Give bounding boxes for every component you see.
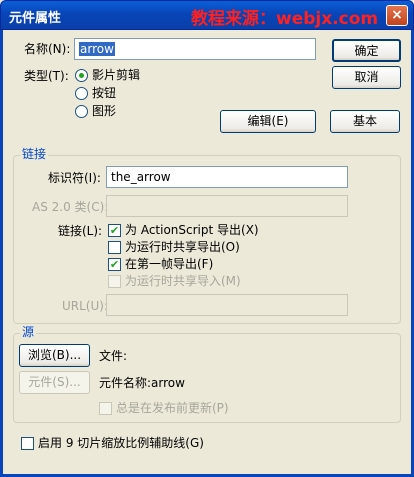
checkmark-icon: ✔ — [109, 258, 120, 271]
export-first-frame-label: 在第一帧导出(F) — [125, 257, 214, 271]
watermark-text: 教程来源：webjx.com — [191, 9, 379, 29]
file-label: 文件: — [99, 349, 128, 363]
ok-button[interactable]: 确定 — [332, 39, 401, 62]
symbol-button[interactable]: 元件(S)... — [19, 371, 90, 394]
class-label: AS 2.0 类(C): — [32, 200, 109, 214]
export-actionscript-checkbox[interactable]: ✔ — [108, 224, 121, 237]
always-update-checkbox[interactable] — [99, 402, 112, 415]
linkage-label: 链接(L): — [58, 224, 103, 238]
always-update-label: 总是在发布前更新(P) — [116, 401, 229, 415]
type-label: 类型(T): — [24, 69, 69, 83]
class-input[interactable] — [106, 195, 348, 217]
cancel-button[interactable]: 取消 — [332, 66, 401, 89]
close-icon[interactable]: × — [386, 5, 408, 26]
edit-button[interactable]: 编辑(E) — [220, 110, 316, 133]
scale9-label: 启用 9 切片缩放比例辅助线(G) — [38, 436, 204, 450]
type-radio-movieclip[interactable] — [75, 69, 88, 82]
identifier-label: 标识符(I): — [48, 171, 101, 185]
linkage-section-title: 链接 — [20, 147, 49, 161]
export-runtime-sharing-checkbox[interactable] — [108, 241, 121, 254]
radio-dot-icon — [79, 73, 84, 78]
checkmark-icon: ✔ — [109, 224, 120, 237]
import-runtime-sharing-checkbox[interactable] — [108, 275, 121, 288]
type-button-label: 按钮 — [92, 86, 117, 100]
url-label: URL(U): — [62, 299, 108, 313]
source-section-title: 源 — [20, 325, 37, 339]
name-label: 名称(N): — [24, 42, 71, 56]
identifier-input[interactable]: the_arrow — [106, 166, 348, 188]
name-input[interactable]: arrow — [74, 38, 316, 60]
symbol-name-text: 元件名称:arrow — [99, 376, 185, 390]
type-radio-button[interactable] — [75, 87, 88, 100]
name-value: arrow — [79, 42, 115, 56]
type-movieclip-label: 影片剪辑 — [92, 68, 141, 82]
scale9-checkbox[interactable] — [21, 437, 34, 450]
window-title: 元件属性 — [9, 11, 62, 26]
type-radio-graphic[interactable] — [75, 105, 88, 118]
import-runtime-sharing-label: 为运行时共享导入(M) — [125, 274, 241, 288]
basic-button[interactable]: 基本 — [330, 110, 400, 133]
export-actionscript-label: 为 ActionScript 导出(X) — [125, 223, 259, 237]
url-input[interactable] — [106, 294, 348, 316]
export-runtime-sharing-label: 为运行时共享导出(O) — [125, 240, 240, 254]
browse-button[interactable]: 浏览(B)... — [19, 344, 90, 367]
type-graphic-label: 图形 — [92, 104, 117, 118]
title-bar: 元件属性 教程来源：webjx.com × — [0, 0, 414, 30]
export-first-frame-checkbox[interactable]: ✔ — [108, 258, 121, 271]
